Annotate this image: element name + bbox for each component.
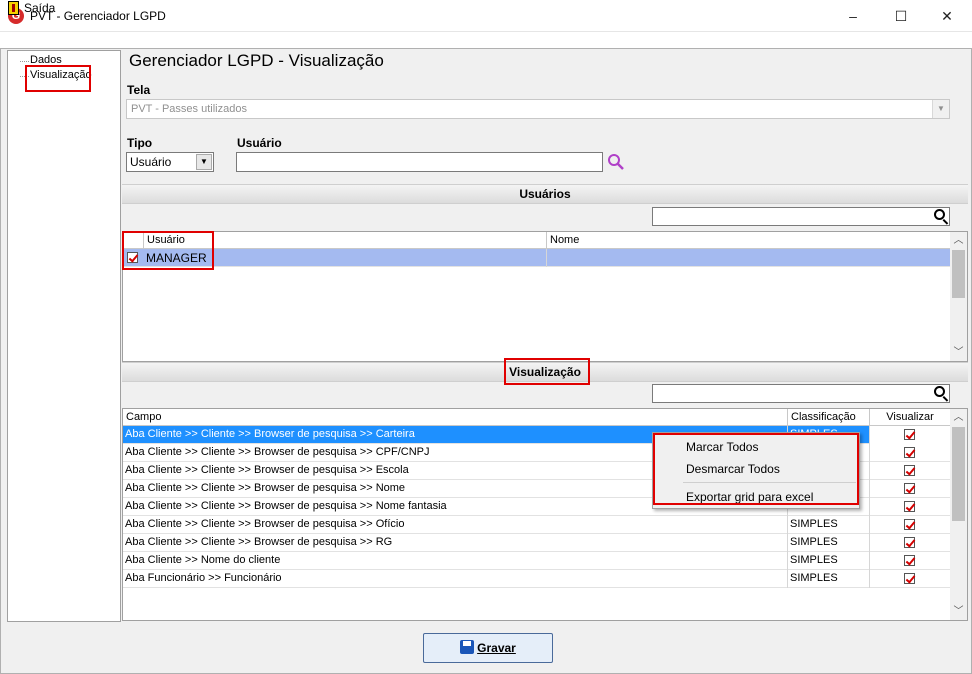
scroll-down-icon[interactable]: ﹀ <box>950 344 967 361</box>
visualizar-cell <box>870 444 951 462</box>
visualizar-cell <box>870 462 951 480</box>
visualizar-checkbox[interactable] <box>904 465 915 476</box>
users-section-header: Usuários <box>122 184 968 204</box>
table-row[interactable]: Aba Cliente >> Cliente >> Browser de pes… <box>123 534 951 552</box>
view-col-campo[interactable]: Campo <box>123 409 788 426</box>
visualizar-cell <box>870 426 951 444</box>
users-grid: Usuário Nome MANAGER ︿ ﹀ <box>122 231 968 362</box>
highlight-box-tree <box>25 65 91 92</box>
save-button[interactable]: Gravar <box>423 633 553 663</box>
tipo-select[interactable]: Usuário ▼ <box>126 152 214 172</box>
visualizar-checkbox[interactable] <box>904 501 915 512</box>
view-col-visualizar[interactable]: Visualizar <box>870 409 951 426</box>
highlight-box-user <box>122 231 214 270</box>
minimize-button[interactable]: – <box>830 4 876 28</box>
campo-cell: Aba Funcionário >> Funcionário <box>123 570 788 588</box>
tree-connector <box>20 61 29 62</box>
campo-cell: Aba Cliente >> Cliente >> Browser de pes… <box>123 534 788 552</box>
scroll-up-icon[interactable]: ︿ <box>950 409 967 426</box>
scroll-thumb[interactable] <box>952 427 965 521</box>
floppy-disk-icon <box>460 640 475 654</box>
visualizar-checkbox[interactable] <box>904 447 915 458</box>
visualizar-cell <box>870 534 951 552</box>
view-col-classificacao[interactable]: Classificação <box>788 409 870 426</box>
chevron-down-icon[interactable]: ▼ <box>196 154 212 170</box>
visualizar-cell <box>870 516 951 534</box>
table-row[interactable]: Aba Cliente >> Nome do cliente SIMPLES <box>123 552 951 570</box>
classificacao-cell: SIMPLES <box>788 534 870 552</box>
visualizar-checkbox[interactable] <box>904 429 915 440</box>
classificacao-cell: SIMPLES <box>788 516 870 534</box>
tela-label: Tela <box>127 83 151 97</box>
visualizar-cell <box>870 552 951 570</box>
page-title: Gerenciador LGPD - Visualização <box>129 51 384 70</box>
view-scrollbar[interactable]: ︿ ﹀ <box>950 409 967 620</box>
highlight-box-section <box>504 358 590 385</box>
view-search-input[interactable] <box>652 384 950 403</box>
classificacao-cell: SIMPLES <box>788 570 870 588</box>
user-cell-nome <box>547 249 951 267</box>
save-button-label: Gravar <box>477 641 516 655</box>
exit-door-icon[interactable] <box>8 1 19 15</box>
campo-cell: Aba Cliente >> Nome do cliente <box>123 552 788 570</box>
search-icon[interactable] <box>934 209 945 220</box>
visualizar-cell <box>870 480 951 498</box>
scroll-up-icon[interactable]: ︿ <box>950 232 967 249</box>
scroll-thumb[interactable] <box>952 250 965 298</box>
visualizar-cell <box>870 498 951 516</box>
visualizar-checkbox[interactable] <box>904 483 915 494</box>
menu-bar <box>0 32 972 48</box>
visualizar-checkbox[interactable] <box>904 537 915 548</box>
visualizar-checkbox[interactable] <box>904 573 915 584</box>
table-row[interactable]: Aba Cliente >> Cliente >> Browser de pes… <box>123 516 951 534</box>
search-icon[interactable] <box>607 153 625 171</box>
users-col-nome[interactable]: Nome <box>547 232 951 249</box>
menu-exit[interactable]: Saída <box>24 1 55 15</box>
users-scrollbar[interactable]: ︿ ﹀ <box>950 232 967 361</box>
navigation-tree: Dados Visualização <box>7 50 121 622</box>
maximize-button[interactable]: ☐ <box>878 4 924 28</box>
tipo-select-value: Usuário <box>130 155 172 169</box>
visualizar-checkbox[interactable] <box>904 519 915 530</box>
visualizar-cell <box>870 570 951 588</box>
usuario-label: Usuário <box>237 136 282 150</box>
tela-select-value: PVT - Passes utilizados <box>131 103 247 115</box>
campo-cell: Aba Cliente >> Cliente >> Browser de pes… <box>123 516 788 534</box>
table-row[interactable]: Aba Funcionário >> Funcionário SIMPLES <box>123 570 951 588</box>
highlight-box-context-menu <box>653 433 859 505</box>
tela-select: PVT - Passes utilizados ▼ <box>126 99 950 119</box>
table-row[interactable]: MANAGER <box>123 249 951 267</box>
classificacao-cell: SIMPLES <box>788 552 870 570</box>
chevron-down-icon: ▼ <box>932 100 949 118</box>
visualizar-checkbox[interactable] <box>904 555 915 566</box>
search-icon[interactable] <box>934 386 945 397</box>
usuario-input[interactable] <box>236 152 603 172</box>
scroll-down-icon[interactable]: ﹀ <box>950 603 967 620</box>
close-button[interactable]: ✕ <box>924 4 970 28</box>
tipo-label: Tipo <box>127 136 153 150</box>
users-search-input[interactable] <box>652 207 950 226</box>
